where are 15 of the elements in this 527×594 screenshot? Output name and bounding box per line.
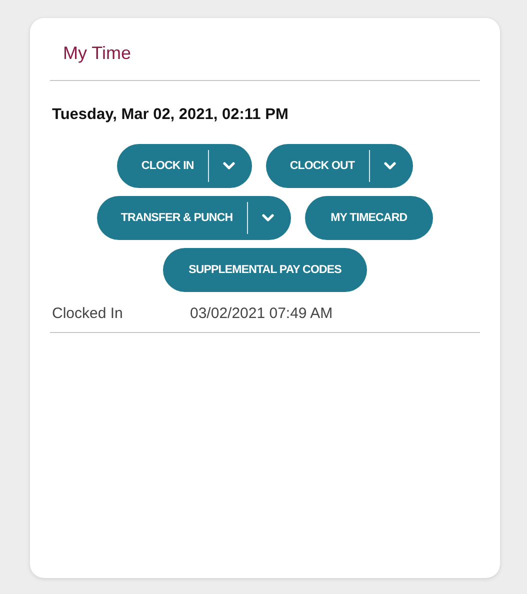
dropdown-button[interactable]	[246, 196, 291, 240]
dropdown-button[interactable]	[208, 144, 252, 188]
action-button[interactable]: MY TIMECARD	[304, 196, 434, 240]
punch-button[interactable]: CLOCK OUT	[266, 144, 369, 188]
date-time: Tuesday, Mar 02, 2021, 02:11 PM	[52, 106, 290, 124]
punch-button[interactable]: CLOCK IN	[117, 144, 208, 188]
chevron-down-icon	[384, 162, 396, 170]
punch-button[interactable]: TRANSFER & PUNCH	[96, 196, 247, 240]
status-value: 03/02/2021 07:49 AM	[190, 304, 333, 322]
chevron-down-icon	[222, 162, 235, 170]
dropdown-button[interactable]	[368, 144, 413, 188]
status-label: Clocked In	[51, 304, 124, 322]
chevron-down-icon	[262, 214, 274, 222]
action-button[interactable]: SUPPLEMENTAL PAY CODES	[162, 248, 368, 292]
card-title: My Time	[62, 42, 132, 65]
